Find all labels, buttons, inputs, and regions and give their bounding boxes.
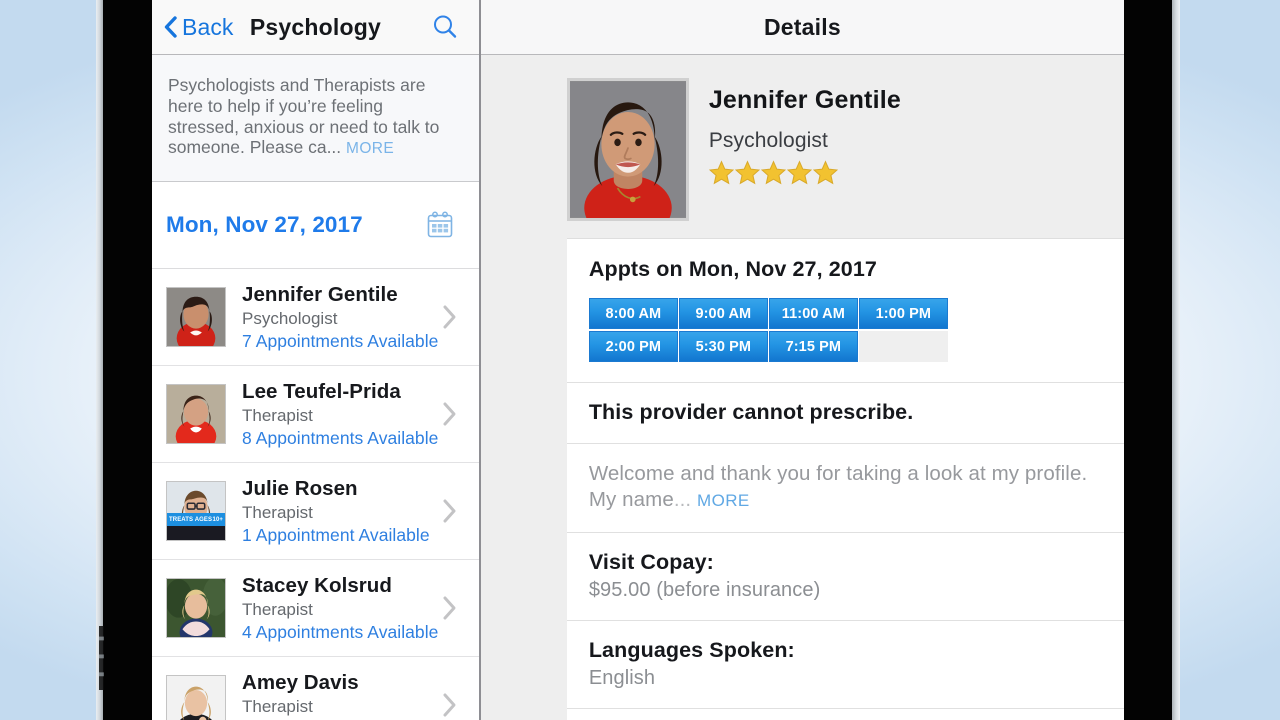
provider-role: Therapist <box>242 599 313 619</box>
list-item-info: Jennifer Gentile Psychologist 7 Appointm… <box>242 282 442 353</box>
appointment-slot[interactable]: 9:00 AM <box>678 298 768 329</box>
provider-name: Jennifer Gentile <box>242 282 398 306</box>
provider-role: Psychologist <box>708 129 828 152</box>
provider-profile-header: Jennifer Gentile Psychologist <box>481 55 1124 238</box>
chevron-right-icon <box>443 499 456 523</box>
avatar <box>166 287 226 347</box>
appointment-slot[interactable]: 2:00 PM <box>588 331 678 362</box>
appointments-heading: Appts on Mon, Nov 27, 2017 <box>588 257 877 281</box>
details-panel: Details Jennifer Gentile Psychologist Ap… <box>480 0 1124 720</box>
intro-text: Psychologists and Therapists are here to… <box>168 75 457 160</box>
star-icon <box>812 160 838 185</box>
list-item-info: Julie Rosen Therapist 1 Appointment Avai… <box>242 476 442 547</box>
education-card: Professional Education: <box>566 708 1124 720</box>
provider-name: Julie Rosen <box>242 476 358 500</box>
list-item-info: Stacey Kolsrud Therapist 4 Appointments … <box>242 573 442 644</box>
chevron-right-icon <box>443 305 456 329</box>
back-label: Back <box>182 13 234 40</box>
details-nav-bar: Details <box>480 0 1124 55</box>
provider-appointments: 4 Appointments Available <box>242 621 439 642</box>
languages-value: English <box>588 667 656 689</box>
prescribe-notice: This provider cannot prescribe. <box>588 400 914 424</box>
search-icon <box>433 15 457 38</box>
visit-copay-value: $95.00 (before insurance) <box>588 579 821 601</box>
rating-stars <box>708 160 901 185</box>
appointment-slot-empty <box>858 331 948 362</box>
prescribe-notice-card: This provider cannot prescribe. <box>566 382 1124 443</box>
treats-ages-badge: TREATS AGES 10+ <box>167 513 225 526</box>
appointment-slot[interactable]: 11:00 AM <box>768 298 858 329</box>
star-icon <box>760 160 786 185</box>
date-selector-bar[interactable]: Mon, Nov 27, 2017 <box>152 182 479 269</box>
list-item[interactable]: Lee Teufel-Prida Therapist 8 Appointment… <box>152 366 479 463</box>
provider-role: Therapist <box>242 696 313 716</box>
list-item[interactable]: Amey Davis Therapist 3 Appointments Avai… <box>152 657 479 720</box>
appointment-slot[interactable]: 5:30 PM <box>678 331 768 362</box>
back-button[interactable]: Back <box>164 14 234 41</box>
star-icon <box>708 160 734 185</box>
chevron-left-icon <box>164 16 177 38</box>
details-title: Details <box>764 13 841 40</box>
list-item-info: Amey Davis Therapist 3 Appointments Avai… <box>242 670 442 720</box>
list-item[interactable]: Jennifer Gentile Psychologist 7 Appointm… <box>152 269 479 366</box>
appointments-card: Appts on Mon, Nov 27, 2017 8:00 AM 9:00 … <box>566 238 1124 382</box>
calendar-icon[interactable] <box>425 210 455 240</box>
avatar <box>166 675 226 720</box>
provider-photo <box>566 78 689 221</box>
provider-name: Lee Teufel-Prida <box>242 379 401 403</box>
bio-ellipsis: ... <box>673 488 692 511</box>
category-intro: Psychologists and Therapists are here to… <box>152 55 479 182</box>
intro-copy: Psychologists and Therapists are here to… <box>168 75 440 158</box>
list-item-info: Lee Teufel-Prida Therapist 8 Appointment… <box>242 379 442 450</box>
avatar: TREATS AGES 10+ <box>166 481 226 541</box>
provider-role: Therapist <box>242 405 313 425</box>
list-item[interactable]: TREATS AGES 10+ Julie Rosen Therapist 1 … <box>152 463 479 560</box>
star-icon <box>786 160 812 185</box>
badge-age: 10+ <box>212 516 223 523</box>
provider-meta: Jennifer Gentile Psychologist <box>708 78 901 185</box>
left-nav-bar: Back Psychology <box>152 0 479 55</box>
star-icon <box>734 160 760 185</box>
visit-copay-card: Visit Copay: $95.00 (before insurance) <box>566 532 1124 620</box>
badge-label: TREATS AGES <box>169 516 213 523</box>
provider-name: Jennifer Gentile <box>708 86 901 114</box>
provider-list: Jennifer Gentile Psychologist 7 Appointm… <box>152 269 479 720</box>
chevron-right-icon <box>443 693 456 717</box>
languages-card: Languages Spoken: English <box>566 620 1124 708</box>
search-button[interactable] <box>431 13 459 41</box>
provider-role: Psychologist <box>242 308 338 328</box>
appointment-slot[interactable]: 7:15 PM <box>768 331 858 362</box>
avatar <box>166 578 226 638</box>
bio-copy: Welcome and thank you for taking a look … <box>588 462 1088 511</box>
provider-appointments: 1 Appointment Available <box>242 524 430 545</box>
appointment-slot[interactable]: 1:00 PM <box>858 298 948 329</box>
list-item[interactable]: Stacey Kolsrud Therapist 4 Appointments … <box>152 560 479 657</box>
appointment-slot-grid: 8:00 AM 9:00 AM 11:00 AM 1:00 PM 2:00 PM… <box>588 298 1102 362</box>
device-side-buttons <box>99 626 104 690</box>
visit-copay-label: Visit Copay: <box>588 550 714 574</box>
provider-role: Therapist <box>242 502 313 522</box>
bio-text: Welcome and thank you for taking a look … <box>589 461 1102 514</box>
provider-list-panel: Back Psychology Psychologists and Therap… <box>152 0 481 720</box>
provider-appointments: 8 Appointments Available <box>242 427 439 448</box>
avatar <box>166 384 226 444</box>
provider-appointments: 7 Appointments Available <box>242 330 439 351</box>
details-content: Jennifer Gentile Psychologist Appts on M… <box>481 55 1124 720</box>
languages-label: Languages Spoken: <box>588 638 795 662</box>
bio-more-link[interactable]: MORE <box>697 491 750 510</box>
appointment-slot[interactable]: 8:00 AM <box>588 298 678 329</box>
provider-name: Stacey Kolsrud <box>242 573 392 597</box>
device-edge-right <box>1172 0 1180 720</box>
bio-card: Welcome and thank you for taking a look … <box>566 443 1124 532</box>
provider-name: Amey Davis <box>242 670 359 694</box>
chevron-right-icon <box>443 402 456 426</box>
intro-more-link[interactable]: MORE <box>346 140 394 157</box>
selected-date-label: Mon, Nov 27, 2017 <box>166 212 363 237</box>
chevron-right-icon <box>443 596 456 620</box>
device-screen: Back Psychology Psychologists and Therap… <box>152 0 1124 720</box>
